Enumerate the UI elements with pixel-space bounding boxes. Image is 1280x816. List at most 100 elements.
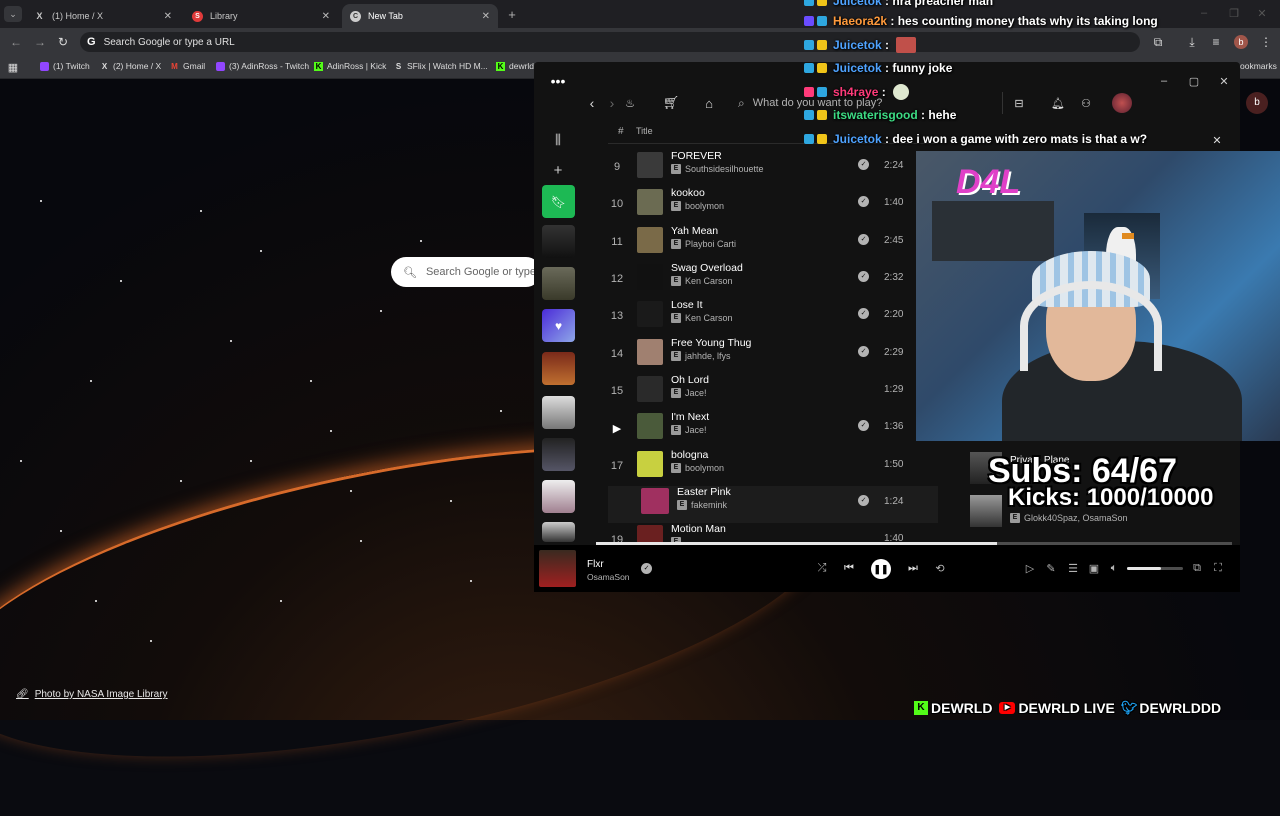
track-artist-name[interactable]: jahhde, lfys <box>685 351 731 361</box>
track-artist-name[interactable]: fakemink <box>691 500 727 510</box>
media-control-icon[interactable]: ≡ <box>1208 34 1224 50</box>
bookmark-home-x[interactable]: X (2) Home / X <box>100 58 161 74</box>
shuffle-icon[interactable]: ⤮ <box>815 561 829 575</box>
track-artist-name[interactable]: boolymon <box>685 463 724 473</box>
extensions-icon[interactable]: ⧉ <box>1150 34 1166 50</box>
track-artist-name[interactable]: Ken Carson <box>685 276 733 286</box>
google-search-box[interactable]: 🔍︎ Search Google or type <box>391 257 541 287</box>
track-title[interactable]: Oh Lord <box>671 374 709 386</box>
library-icon[interactable]: ⫼ <box>549 132 567 148</box>
tab-new-tab[interactable]: C New Tab ✕ <box>342 4 498 28</box>
track-title[interactable]: Swag Overload <box>671 262 743 274</box>
track-title[interactable]: FOREVER <box>671 150 722 162</box>
pause-button[interactable]: ❚❚ <box>871 559 891 579</box>
playlist-cover[interactable] <box>542 225 575 258</box>
fullscreen-icon[interactable]: ⛶ <box>1211 561 1225 575</box>
all-bookmarks[interactable]: ookmarks <box>1240 58 1277 74</box>
saved-episodes-cover[interactable]: 🔖︎ <box>542 185 575 218</box>
home-icon[interactable]: ⌂ <box>700 95 718 111</box>
play-icon[interactable]: ▶ <box>608 422 626 435</box>
bookmark-twitch[interactable]: (1) Twitch <box>40 58 90 74</box>
miniplayer-icon[interactable]: ⧉ <box>1190 561 1204 575</box>
previous-icon[interactable]: ⏮ <box>842 561 856 575</box>
notification-bell-icon[interactable]: 🔔︎ <box>1050 95 1066 111</box>
track-title[interactable]: Yah Mean <box>671 225 718 237</box>
track-title[interactable]: Lose It <box>671 299 703 311</box>
track-row[interactable]: ▶ I'm Next E Jace! ✓ 1:36 <box>608 411 938 448</box>
track-title[interactable]: I'm Next <box>671 411 709 423</box>
connect-device-icon[interactable]: ▣ <box>1087 561 1101 575</box>
new-tab-plus-icon[interactable]: + <box>504 6 520 22</box>
bookmark-adinross-twitch[interactable]: (3) AdinRoss - Twitch <box>216 58 309 74</box>
track-artist-name[interactable]: boolymon <box>685 201 724 211</box>
track-artist-name[interactable]: Jace! <box>685 425 707 435</box>
queue-icon[interactable]: ☰ <box>1066 561 1080 575</box>
window-close-icon[interactable]: ✕ <box>1254 6 1270 20</box>
saved-check-icon[interactable]: ✓ <box>641 563 652 574</box>
track-row[interactable]: 10 kookoo Eboolymon ✓ 1:40 <box>608 187 938 224</box>
photo-credit-link[interactable]: 🔗︎ Photo by NASA Image Library <box>16 689 168 700</box>
menu-kebab-icon[interactable]: ⋮ <box>1258 34 1274 50</box>
playlist-cover[interactable] <box>542 480 575 513</box>
playlist-cover[interactable] <box>542 396 575 429</box>
tab-search-button[interactable]: ⌄ <box>4 6 22 22</box>
saved-check-icon[interactable]: ✓ <box>858 420 869 431</box>
repeat-icon[interactable]: ⟲ <box>933 561 947 575</box>
playlist-cover[interactable] <box>542 522 575 542</box>
close-icon[interactable]: ✕ <box>482 11 490 22</box>
track-row[interactable]: 9 FOREVER E Southsidesilhouette ✓ 2:24 <box>608 150 938 187</box>
forward-chevron-icon[interactable]: › <box>604 95 620 111</box>
bookmark-adinross-kick[interactable]: K AdinRoss | Kick <box>314 58 386 74</box>
playlist-cover[interactable] <box>542 438 575 471</box>
track-row[interactable]: 11 Yah Mean E Playboi Carti ✓ 2:45 <box>608 225 938 262</box>
maximize-icon[interactable]: ❐ <box>1226 6 1242 20</box>
reload-icon[interactable]: ↻ <box>55 34 71 50</box>
track-artist-name[interactable]: Southsidesilhouette <box>685 164 764 174</box>
tracklist-header-title[interactable]: Title <box>636 126 653 136</box>
now-playing-title[interactable]: Flxr <box>587 559 604 570</box>
more-options-icon[interactable]: ••• <box>548 73 568 89</box>
playlist-cover[interactable] <box>542 352 575 385</box>
close-icon[interactable]: ✕ <box>322 11 330 22</box>
saved-check-icon[interactable]: ✓ <box>858 495 869 506</box>
browse-icon[interactable]: ⊟ <box>1010 95 1028 111</box>
download-icon[interactable]: ⤓ <box>1184 34 1200 50</box>
track-title[interactable]: Motion Man <box>671 523 726 535</box>
saved-check-icon[interactable]: ✓ <box>858 308 869 319</box>
back-chevron-icon[interactable]: ‹ <box>584 95 600 111</box>
track-title[interactable]: kookoo <box>671 187 705 199</box>
bookmark-sflix[interactable]: S SFlix | Watch HD M... <box>394 58 488 74</box>
track-row[interactable]: 14 Free Young Thug Ejahhde, lfys ✓ 2:29 <box>608 337 938 374</box>
next-icon[interactable]: ⏭ <box>906 561 920 575</box>
flame-icon[interactable]: ♨ <box>622 95 638 111</box>
right-user-avatar[interactable]: b <box>1246 92 1268 114</box>
user-avatar[interactable] <box>1112 93 1132 113</box>
overlay-close-icon[interactable]: ✕ <box>1210 133 1224 147</box>
address-bar[interactable]: G Search Google or type a URL <box>80 32 1140 52</box>
add-icon[interactable]: + <box>549 162 567 179</box>
minimize-icon[interactable]: – <box>1196 6 1212 20</box>
forward-icon[interactable]: → <box>32 34 48 50</box>
lyrics-icon[interactable]: ✎ <box>1044 561 1058 575</box>
tab-library[interactable]: S Library ✕ <box>184 4 338 28</box>
saved-check-icon[interactable]: ✓ <box>858 234 869 245</box>
liked-songs-cover[interactable]: ♥ <box>542 309 575 342</box>
spotify-close-icon[interactable]: ✕ <box>1216 74 1232 88</box>
now-playing-artist[interactable]: OsamaSon <box>587 572 630 582</box>
now-playing-view-icon[interactable]: ▷ <box>1023 561 1037 575</box>
track-title[interactable]: Easter Pink <box>677 486 731 498</box>
track-row[interactable]: Easter Pink Efakemink ✓ 1:24 <box>608 486 938 523</box>
track-row[interactable]: 12 Swag Overload E Ken Carson ✓ 2:32 <box>608 262 938 299</box>
saved-check-icon[interactable]: ✓ <box>858 271 869 282</box>
spotify-minimize-icon[interactable]: – <box>1156 74 1172 88</box>
track-title[interactable]: Free Young Thug <box>671 337 751 349</box>
track-row[interactable]: 17 bologna Eboolymon 1:50 <box>608 449 938 486</box>
apps-grid-icon[interactable]: ▦ <box>6 60 20 74</box>
spotify-maximize-icon[interactable]: ▢ <box>1186 74 1202 88</box>
saved-check-icon[interactable]: ✓ <box>858 346 869 357</box>
now-playing-cover[interactable] <box>539 550 576 587</box>
bookmark-dewrld[interactable]: Kdewrld <box>496 58 534 74</box>
saved-check-icon[interactable]: ✓ <box>858 159 869 170</box>
track-artist-name[interactable]: Playboi Carti <box>685 239 736 249</box>
volume-icon[interactable]: 🔈︎ <box>1107 561 1121 575</box>
